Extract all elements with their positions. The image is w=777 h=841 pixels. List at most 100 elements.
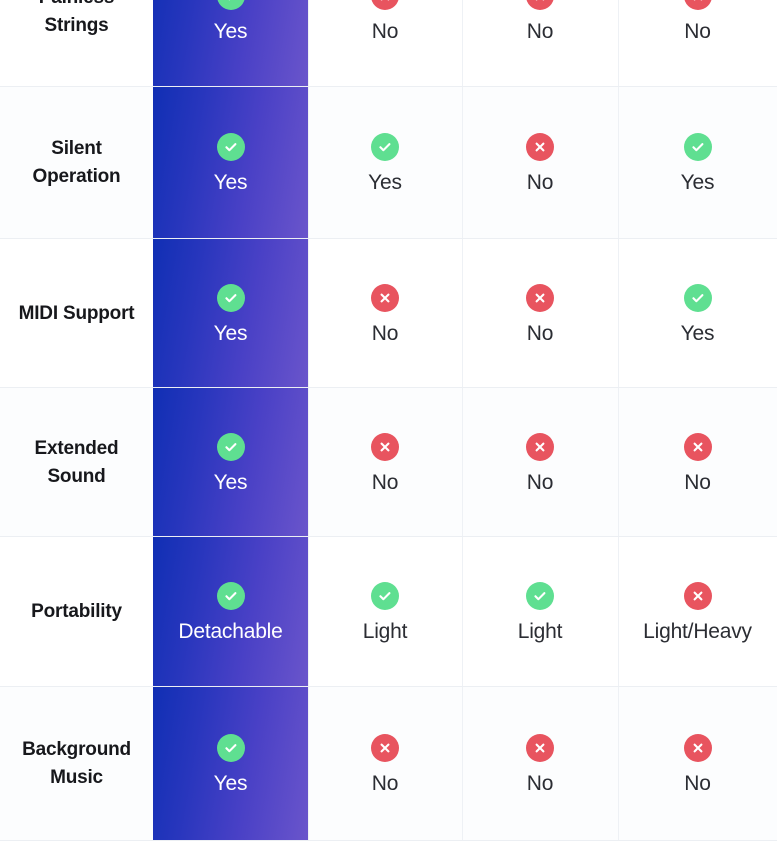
cell-value-label: Yes [680,321,715,345]
column-divider [308,537,309,687]
column-divider [462,239,463,388]
x-circle-icon [683,0,712,10]
check-circle-icon [526,582,554,610]
comparison-cell: No [308,239,462,388]
comparison-cell: No [308,687,462,841]
x-circle-icon [526,432,554,461]
comparison-cell: No [462,87,618,239]
cell-value-label: Yes [213,321,248,345]
table-row: Extended Sound Yes No No No [0,388,777,537]
comparison-cell: Yes [153,239,308,388]
comparison-cell: Yes [153,0,308,87]
table-row: MIDI Support Yes No No Yes [0,239,777,388]
feature-label: Extended Sound [34,437,119,487]
check-circle-icon [216,734,245,762]
x-circle-icon [371,734,399,762]
column-divider [308,239,309,388]
table-row: Background Music Yes No No No [0,687,777,841]
x-circle-icon [526,283,554,312]
check-circle-icon [216,133,245,161]
column-divider [462,0,463,87]
comparison-cell: Yes [308,87,462,239]
column-divider [618,0,619,87]
check-circle-icon [216,432,245,461]
comparison-cell: Light/Heavy [618,537,777,687]
check-circle-icon [371,582,399,610]
comparison-cell: Yes [618,87,777,239]
cell-value-label: No [684,772,711,795]
feature-label: Silent Operation [32,138,121,187]
check-circle-icon [216,582,245,610]
table-row: Portability Detachable Light Light Light/Hea… [0,537,777,687]
cell-value-label: No [684,470,711,494]
comparison-cell: No [462,388,618,537]
cell-value-label: No [371,19,399,43]
cell-value-label: No [526,321,554,345]
column-divider [308,0,309,87]
comparison-cell: No [462,687,618,841]
comparison-cell: No [308,388,462,537]
feature-label: PainlessStrings [39,0,115,36]
check-circle-icon [216,0,245,10]
check-circle-icon [216,283,245,312]
cell-value-label: Light [517,620,563,643]
cell-value-label: Light [362,620,408,643]
x-circle-icon [371,283,399,312]
feature-label: Portability [31,601,122,623]
column-divider [462,87,463,239]
feature-name-cell: Silent Operation [0,87,153,239]
comparison-cell: Yes [618,239,777,388]
comparison-cell: Light [462,537,618,687]
column-divider [618,388,619,537]
check-circle-icon [371,133,399,161]
cell-value-label: No [526,19,554,43]
cell-value-label: Yes [368,171,402,194]
feature-name-cell: Extended Sound [0,388,153,537]
column-divider [308,87,309,239]
comparison-cell: No [618,0,777,87]
cell-value-label: No [371,321,399,345]
comparison-cell: Light [308,537,462,687]
feature-name-cell: PainlessStrings [0,0,153,87]
column-divider [308,687,309,841]
cell-value-label: Yes [213,171,248,194]
cell-value-label: No [526,772,554,795]
comparison-cell: No [462,239,618,388]
x-circle-icon [526,734,554,762]
column-divider [462,687,463,841]
column-divider [618,239,619,388]
comparison-cell: No [462,0,618,87]
cell-value-label: Yes [680,171,715,194]
comparison-cell: No [618,388,777,537]
x-circle-icon [683,432,712,461]
feature-name-cell: MIDI Support [0,239,153,388]
x-circle-icon [371,432,399,461]
feature-label: Background Music [22,739,131,788]
cell-value-label: No [526,171,554,194]
cell-value-label: No [526,470,554,494]
comparison-cell: Yes [153,87,308,239]
column-divider [618,537,619,687]
cell-value-label: No [684,19,711,43]
comparison-cell: No [308,0,462,87]
x-circle-icon [526,133,554,161]
comparison-cell: No [618,687,777,841]
feature-label: MIDI Support [18,302,135,324]
comparison-cell: Detachable [153,537,308,687]
cell-value-label: No [371,470,399,494]
feature-name-cell: Portability [0,537,153,687]
comparison-table: PainlessStrings Yes No No No SilentOperation Y… [0,0,777,841]
cell-value-label: Yes [213,19,248,43]
comparison-cell: Yes [153,687,308,841]
x-circle-icon [683,734,712,762]
table-row: Silent Operation Yes Yes No Yes [0,87,777,239]
x-circle-icon [683,582,712,610]
feature-name-cell: Background Music [0,687,153,841]
cell-value-label: Detachable [178,620,283,643]
column-divider [308,388,309,537]
comparison-cell: Yes [153,388,308,537]
column-divider [618,87,619,239]
cell-value-label: Yes [213,470,248,494]
cell-value-label: No [371,772,399,795]
check-circle-icon [683,283,712,312]
